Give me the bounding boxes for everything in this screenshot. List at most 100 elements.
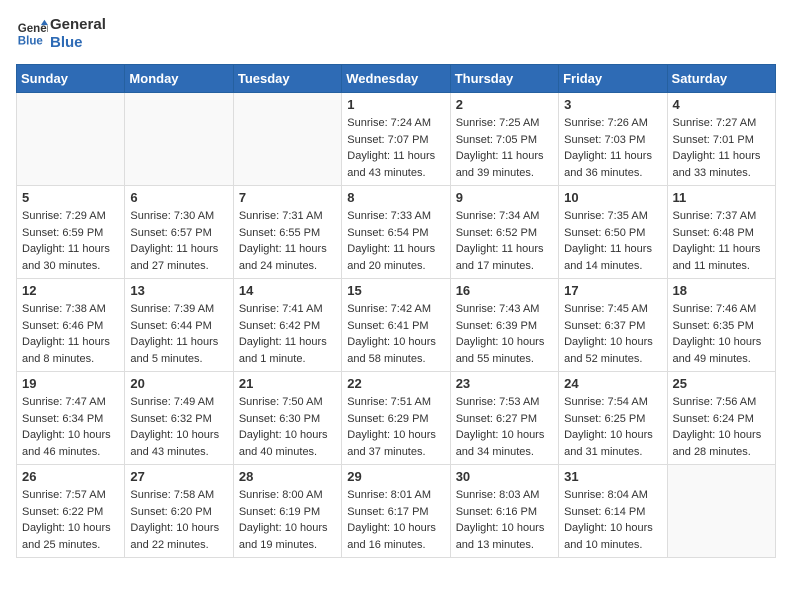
calendar-cell: 25Sunrise: 7:56 AMSunset: 6:24 PMDayligh… bbox=[667, 372, 775, 465]
day-info: Sunrise: 7:54 AMSunset: 6:25 PMDaylight:… bbox=[564, 394, 661, 460]
daylight-minutes-text: and 10 minutes. bbox=[564, 539, 642, 551]
sunset-text: Sunset: 7:03 PM bbox=[564, 134, 645, 146]
calendar-cell: 28Sunrise: 8:00 AMSunset: 6:19 PMDayligh… bbox=[233, 465, 341, 558]
sunrise-text: Sunrise: 7:39 AM bbox=[130, 303, 214, 315]
daylight-hours-label: Daylight: 11 hours bbox=[564, 243, 652, 255]
sunrise-text: Sunrise: 8:00 AM bbox=[239, 489, 323, 501]
day-info: Sunrise: 7:27 AMSunset: 7:01 PMDaylight:… bbox=[673, 115, 770, 181]
daylight-hours-label: Daylight: 10 hours bbox=[22, 522, 111, 534]
day-info: Sunrise: 7:46 AMSunset: 6:35 PMDaylight:… bbox=[673, 301, 770, 367]
sunrise-text: Sunrise: 8:01 AM bbox=[347, 489, 431, 501]
day-number: 2 bbox=[456, 97, 553, 112]
sunrise-text: Sunrise: 7:27 AM bbox=[673, 117, 757, 129]
day-number: 22 bbox=[347, 376, 444, 391]
daylight-minutes-text: and 30 minutes. bbox=[22, 260, 100, 272]
calendar-cell: 21Sunrise: 7:50 AMSunset: 6:30 PMDayligh… bbox=[233, 372, 341, 465]
calendar-cell: 1Sunrise: 7:24 AMSunset: 7:07 PMDaylight… bbox=[342, 93, 450, 186]
daylight-minutes-text: and 19 minutes. bbox=[239, 539, 317, 551]
sunset-text: Sunset: 6:48 PM bbox=[673, 227, 754, 239]
day-info: Sunrise: 8:00 AMSunset: 6:19 PMDaylight:… bbox=[239, 487, 336, 553]
day-info: Sunrise: 7:29 AMSunset: 6:59 PMDaylight:… bbox=[22, 208, 119, 274]
daylight-hours-label: Daylight: 11 hours bbox=[239, 336, 327, 348]
daylight-hours-label: Daylight: 10 hours bbox=[130, 429, 219, 441]
sunset-text: Sunset: 6:35 PM bbox=[673, 320, 754, 332]
calendar-cell: 19Sunrise: 7:47 AMSunset: 6:34 PMDayligh… bbox=[17, 372, 125, 465]
sunset-text: Sunset: 6:25 PM bbox=[564, 413, 645, 425]
daylight-hours-label: Daylight: 11 hours bbox=[22, 336, 110, 348]
day-number: 19 bbox=[22, 376, 119, 391]
page-header: General Blue General Blue bbox=[16, 16, 776, 52]
sunrise-text: Sunrise: 7:50 AM bbox=[239, 396, 323, 408]
day-number: 10 bbox=[564, 190, 661, 205]
sunrise-text: Sunrise: 7:56 AM bbox=[673, 396, 757, 408]
calendar-cell: 27Sunrise: 7:58 AMSunset: 6:20 PMDayligh… bbox=[125, 465, 233, 558]
calendar-cell: 11Sunrise: 7:37 AMSunset: 6:48 PMDayligh… bbox=[667, 186, 775, 279]
daylight-hours-label: Daylight: 10 hours bbox=[130, 522, 219, 534]
day-info: Sunrise: 7:30 AMSunset: 6:57 PMDaylight:… bbox=[130, 208, 227, 274]
daylight-hours-label: Daylight: 10 hours bbox=[564, 522, 653, 534]
calendar-cell: 10 Sunrise: 7:35 AM Sunset: 6:50 PM Dayligh… bbox=[559, 186, 667, 279]
day-number: 29 bbox=[347, 469, 444, 484]
day-info: Sunrise: 7:57 AMSunset: 6:22 PMDaylight:… bbox=[22, 487, 119, 553]
day-number: 14 bbox=[239, 283, 336, 298]
calendar-cell: 15Sunrise: 7:42 AMSunset: 6:41 PMDayligh… bbox=[342, 279, 450, 372]
daylight-minutes-text: and 24 minutes. bbox=[239, 260, 317, 272]
calendar-cell: 29Sunrise: 8:01 AMSunset: 6:17 PMDayligh… bbox=[342, 465, 450, 558]
daylight-minutes-text: and 55 minutes. bbox=[456, 353, 534, 365]
day-number: 16 bbox=[456, 283, 553, 298]
daylight-minutes-text: and 5 minutes. bbox=[130, 353, 202, 365]
day-info: Sunrise: 7:38 AMSunset: 6:46 PMDaylight:… bbox=[22, 301, 119, 367]
day-number: 9 bbox=[456, 190, 553, 205]
sunset-text: Sunset: 6:20 PM bbox=[130, 506, 211, 518]
weekday-header-saturday: Saturday bbox=[667, 65, 775, 93]
day-info: Sunrise: 7:41 AMSunset: 6:42 PMDaylight:… bbox=[239, 301, 336, 367]
sunrise-text: Sunrise: 7:46 AM bbox=[673, 303, 757, 315]
calendar-cell bbox=[17, 93, 125, 186]
daylight-minutes-text: and 40 minutes. bbox=[239, 446, 317, 458]
day-number: 24 bbox=[564, 376, 661, 391]
sunset-text: Sunset: 6:14 PM bbox=[564, 506, 645, 518]
sunrise-text: Sunrise: 7:31 AM bbox=[239, 210, 323, 222]
weekday-header-monday: Monday bbox=[125, 65, 233, 93]
calendar-cell: 26Sunrise: 7:57 AMSunset: 6:22 PMDayligh… bbox=[17, 465, 125, 558]
sunset-text: Sunset: 6:42 PM bbox=[239, 320, 320, 332]
day-info: Sunrise: 7:33 AMSunset: 6:54 PMDaylight:… bbox=[347, 208, 444, 274]
daylight-hours-label: Daylight: 11 hours bbox=[130, 243, 218, 255]
weekday-header-wednesday: Wednesday bbox=[342, 65, 450, 93]
sunrise-text: Sunrise: 7:33 AM bbox=[347, 210, 431, 222]
sunrise-text: Sunrise: 7:30 AM bbox=[130, 210, 214, 222]
daylight-hours-label: Daylight: 10 hours bbox=[347, 522, 436, 534]
weekday-header-thursday: Thursday bbox=[450, 65, 558, 93]
daylight-hours-label: Daylight: 11 hours bbox=[564, 150, 652, 162]
sunrise-text: Sunrise: 7:43 AM bbox=[456, 303, 540, 315]
daylight-hours-label: Daylight: 11 hours bbox=[673, 243, 761, 255]
sunset-text: Sunset: 6:54 PM bbox=[347, 227, 428, 239]
daylight-hours-label: Daylight: 11 hours bbox=[22, 243, 110, 255]
sunset-text: Sunset: 6:16 PM bbox=[456, 506, 537, 518]
day-info: Sunrise: 7:43 AMSunset: 6:39 PMDaylight:… bbox=[456, 301, 553, 367]
daylight-minutes-text: and 58 minutes. bbox=[347, 353, 425, 365]
day-number: 7 bbox=[239, 190, 336, 205]
week-row-1: 1Sunrise: 7:24 AMSunset: 7:07 PMDaylight… bbox=[17, 93, 776, 186]
calendar-cell: 5Sunrise: 7:29 AMSunset: 6:59 PMDaylight… bbox=[17, 186, 125, 279]
sunrise-text: Sunrise: 8:04 AM bbox=[564, 489, 648, 501]
sunrise-text: Sunrise: 7:35 AM bbox=[564, 210, 648, 222]
sunset-text: Sunset: 6:37 PM bbox=[564, 320, 645, 332]
daylight-minutes-text: and 52 minutes. bbox=[564, 353, 642, 365]
daylight-minutes-text: and 31 minutes. bbox=[564, 446, 642, 458]
day-number: 27 bbox=[130, 469, 227, 484]
sunset-text: Sunset: 6:50 PM bbox=[564, 227, 645, 239]
day-number: 30 bbox=[456, 469, 553, 484]
day-number: 8 bbox=[347, 190, 444, 205]
sunset-text: Sunset: 6:19 PM bbox=[239, 506, 320, 518]
sunset-text: Sunset: 6:46 PM bbox=[22, 320, 103, 332]
calendar-cell: 17Sunrise: 7:45 AMSunset: 6:37 PMDayligh… bbox=[559, 279, 667, 372]
day-number: 12 bbox=[22, 283, 119, 298]
day-number: 31 bbox=[564, 469, 661, 484]
week-row-4: 19Sunrise: 7:47 AMSunset: 6:34 PMDayligh… bbox=[17, 372, 776, 465]
calendar-cell: 6Sunrise: 7:30 AMSunset: 6:57 PMDaylight… bbox=[125, 186, 233, 279]
day-number: 4 bbox=[673, 97, 770, 112]
sunset-text: Sunset: 6:24 PM bbox=[673, 413, 754, 425]
daylight-hours-label: Daylight: 10 hours bbox=[347, 429, 436, 441]
day-number: 25 bbox=[673, 376, 770, 391]
